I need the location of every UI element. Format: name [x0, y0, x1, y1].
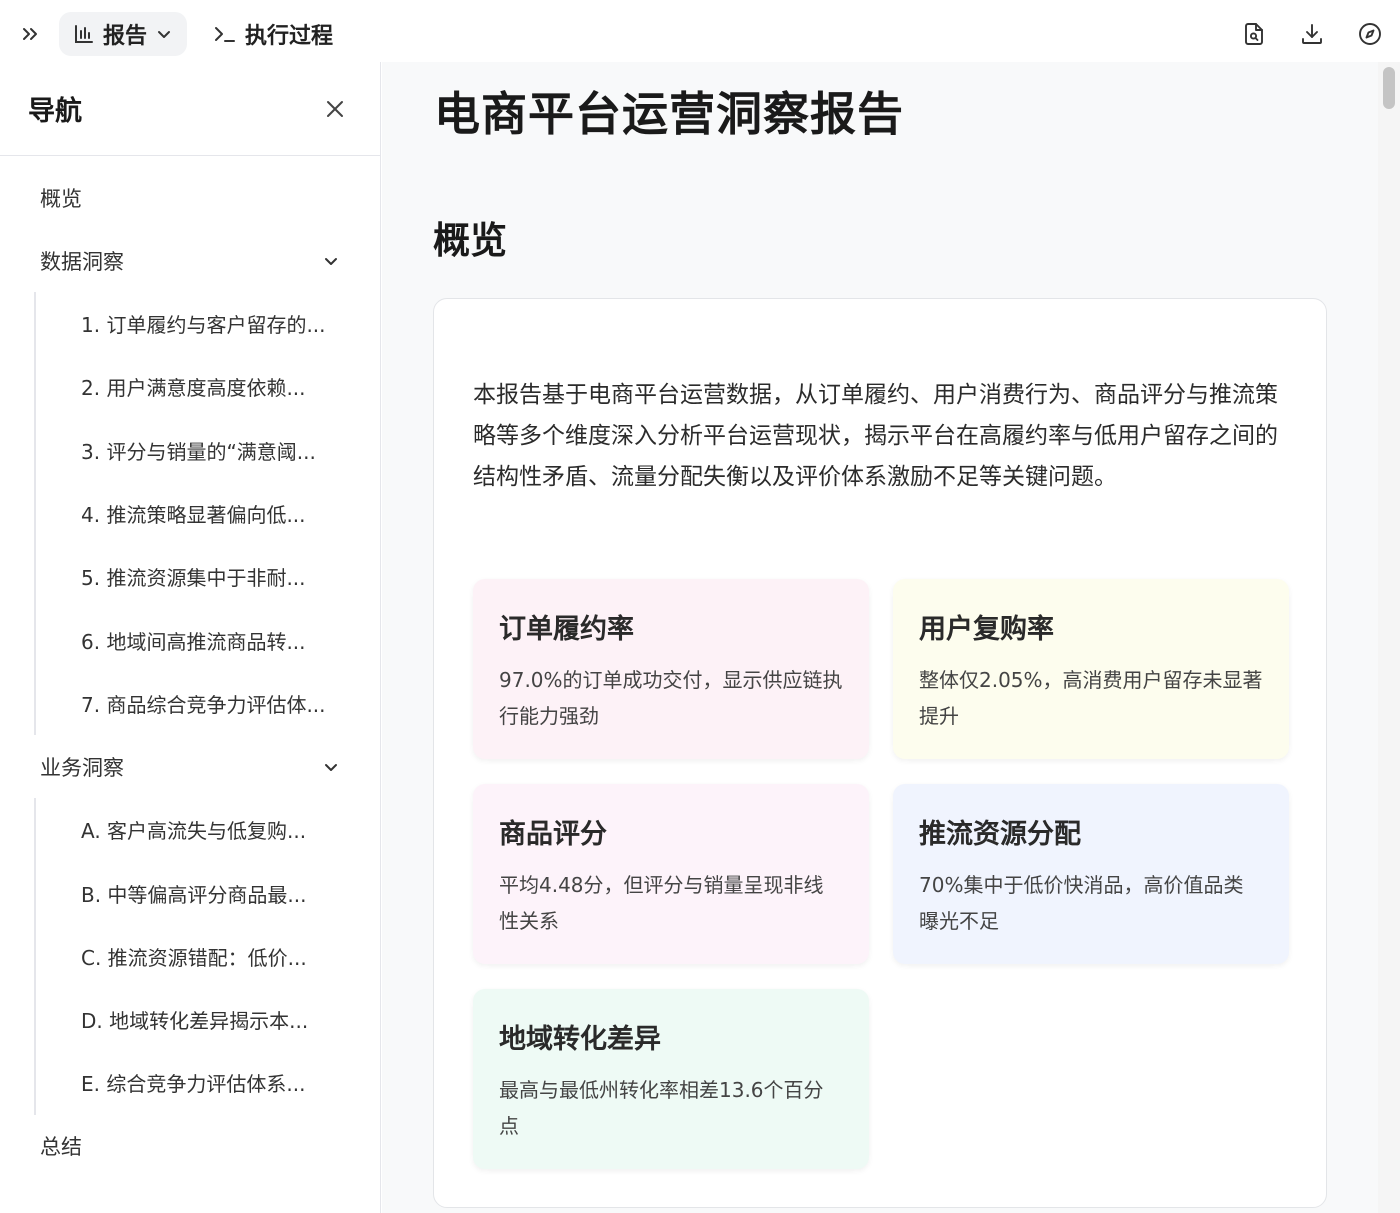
top-bar: 报告 执行过程: [0, 0, 1400, 62]
tab-report[interactable]: 报告: [59, 12, 188, 56]
nav-subitem[interactable]: 1. 订单履约与客户留存的...: [36, 292, 380, 355]
nav-group-label: 业务洞察: [40, 755, 124, 780]
sidebar-header: 导航: [0, 62, 380, 156]
metric-card-fulfillment: 订单履约率 97.0%的订单成功交付，显示供应链执行能力强劲: [473, 579, 869, 759]
metric-card-traffic-allocation: 推流资源分配 70%集中于低价快消品，高价值品类曝光不足: [893, 784, 1289, 964]
metric-card-rating: 商品评分 平均4.48分，但评分与销量呈现非线性关系: [473, 784, 869, 964]
bar-chart-icon: [75, 25, 93, 43]
metric-card-repurchase: 用户复购率 整体仅2.05%，高消费用户留存未显著提升: [893, 579, 1289, 759]
tab-execution[interactable]: 执行过程: [199, 12, 347, 56]
chevron-down-icon: [325, 257, 337, 265]
content-scrollbar[interactable]: [1378, 62, 1400, 1213]
nav-subitem[interactable]: 6. 地域间高推流商品转...: [36, 608, 380, 671]
metric-title: 商品评分: [499, 819, 607, 850]
nav-subitem[interactable]: B. 中等偏高评分商品最...: [36, 861, 380, 924]
nav-subitem[interactable]: C. 推流资源错配：低价...: [36, 925, 380, 988]
close-sidebar-button[interactable]: [320, 94, 350, 124]
nav-subitem[interactable]: 5. 推流资源集中于非耐...: [36, 545, 380, 608]
tab-report-label: 报告: [103, 24, 148, 49]
metric-title: 地域转化差异: [499, 1024, 661, 1055]
nav-subitem[interactable]: 7. 商品综合竞争力评估体...: [36, 672, 380, 735]
metric-desc: 平均4.48分，但评分与销量呈现非线性关系: [499, 873, 824, 933]
metric-desc: 97.0%的订单成功交付，显示供应链执行能力强劲: [499, 668, 843, 728]
overview-intro: 本报告基于电商平台运营数据，从订单履约、用户消费行为、商品评分与推流策略等多个维…: [473, 382, 1278, 490]
top-actions: [1236, 16, 1388, 52]
nav-item-summary[interactable]: 总结: [0, 1115, 380, 1178]
nav-subitem[interactable]: 4. 推流策略显著偏向低...: [36, 482, 380, 545]
scrollbar-thumb[interactable]: [1383, 67, 1395, 109]
nav-subitems-business-insights: A. 客户高流失与低复购... B. 中等偏高评分商品最... C. 推流资源错…: [34, 798, 380, 1115]
explore-button[interactable]: [1352, 16, 1388, 52]
download-button[interactable]: [1294, 16, 1330, 52]
metric-title: 订单履约率: [499, 614, 634, 645]
download-icon: [1302, 24, 1322, 44]
file-search-icon: [1245, 23, 1263, 45]
nav-subitems-data-insights: 1. 订单履约与客户留存的... 2. 用户满意度高度依赖... 3. 评分与销…: [34, 292, 380, 736]
nav-subitem[interactable]: 3. 评分与销量的“满意阈...: [36, 419, 380, 482]
sidebar-nav: 概览 数据洞察 1. 订单履约与客户留存的... 2. 用户满意度高度依赖...…: [0, 156, 380, 1178]
terminal-icon: [215, 27, 235, 42]
nav-subitem[interactable]: D. 地域转化差异揭示本...: [36, 988, 380, 1051]
nav-group-data-insights[interactable]: 数据洞察: [0, 229, 380, 292]
metric-desc: 70%集中于低价快消品，高价值品类曝光不足: [919, 873, 1244, 933]
nav-group-label: 数据洞察: [40, 249, 124, 274]
chevron-down-icon: [158, 31, 171, 38]
nav-subitem[interactable]: E. 综合竞争力评估体系...: [36, 1051, 380, 1114]
metric-title: 推流资源分配: [919, 819, 1081, 850]
chevron-down-icon: [325, 763, 337, 771]
view-source-button[interactable]: [1236, 16, 1272, 52]
nav-subitem[interactable]: 2. 用户满意度高度依赖...: [36, 355, 380, 418]
compass-icon: [1359, 23, 1381, 45]
expand-sidebar-button[interactable]: [14, 18, 46, 50]
metric-title: 用户复购率: [919, 614, 1054, 645]
metric-desc: 最高与最低州转化率相差13.6个百分点: [499, 1078, 824, 1138]
navigation-sidebar: 导航 概览 数据洞察 1. 订单履约与客户留存的... 2. 用户满意度高度依赖…: [0, 62, 381, 1213]
tab-execution-label: 执行过程: [245, 24, 334, 49]
overview-card: 本报告基于电商平台运营数据，从订单履约、用户消费行为、商品评分与推流策略等多个维…: [433, 298, 1327, 1208]
metric-desc: 整体仅2.05%，高消费用户留存未显著提升: [919, 668, 1263, 728]
report-content: 电商平台运营洞察报告 概览 本报告基于电商平台运营数据，从订单履约、用户消费行为…: [382, 62, 1378, 1213]
nav-item-overview[interactable]: 概览: [0, 166, 380, 229]
metric-card-regional-conversion: 地域转化差异 最高与最低州转化率相差13.6个百分点: [473, 989, 869, 1169]
report-title: 电商平台运营洞察报告: [434, 87, 904, 141]
sidebar-title: 导航: [28, 96, 82, 127]
section-title-overview: 概览: [433, 219, 507, 262]
nav-subitem[interactable]: A. 客户高流失与低复购...: [36, 798, 380, 861]
nav-group-business-insights[interactable]: 业务洞察: [0, 735, 380, 798]
close-icon: [327, 100, 343, 117]
double-chevron-right-icon: [23, 28, 37, 40]
